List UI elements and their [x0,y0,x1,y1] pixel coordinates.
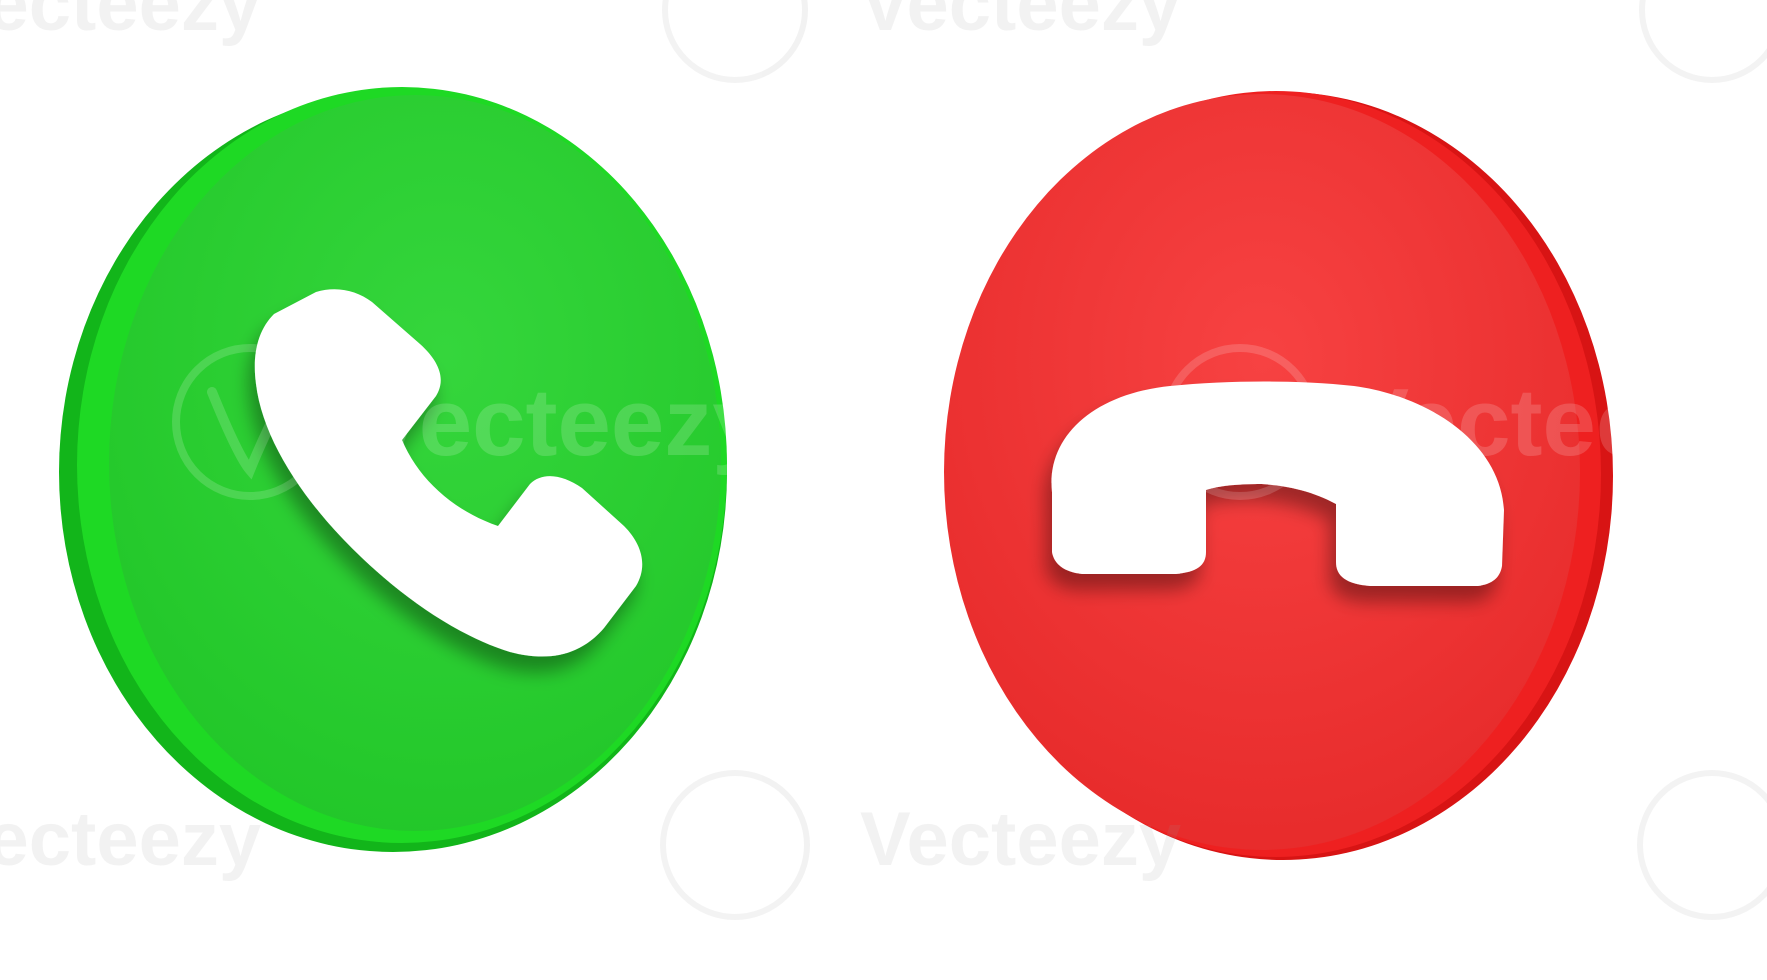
vecteezy-logo-icon [660,770,810,920]
watermark-text: Vecteezy [1345,369,1751,476]
watermark-text: Vecteezy [360,369,766,476]
watermark-text: Vecteezy [0,0,261,47]
call-buttons-illustration: Vecteezy Vecteezy Vecteezy Vecteezy Vect… [0,0,1767,920]
vecteezy-logo-icon [1637,770,1767,920]
watermark-text: Vecteezy [0,797,261,882]
canvas: Vecteezy Vecteezy Vecteezy Vecteezy Vect… [0,0,1767,980]
watermark-text: Vecteezy [860,0,1181,47]
vecteezy-logo-icon [662,0,808,83]
watermark-text: Vecteezy [860,797,1181,882]
vecteezy-logo-icon [1639,0,1767,83]
